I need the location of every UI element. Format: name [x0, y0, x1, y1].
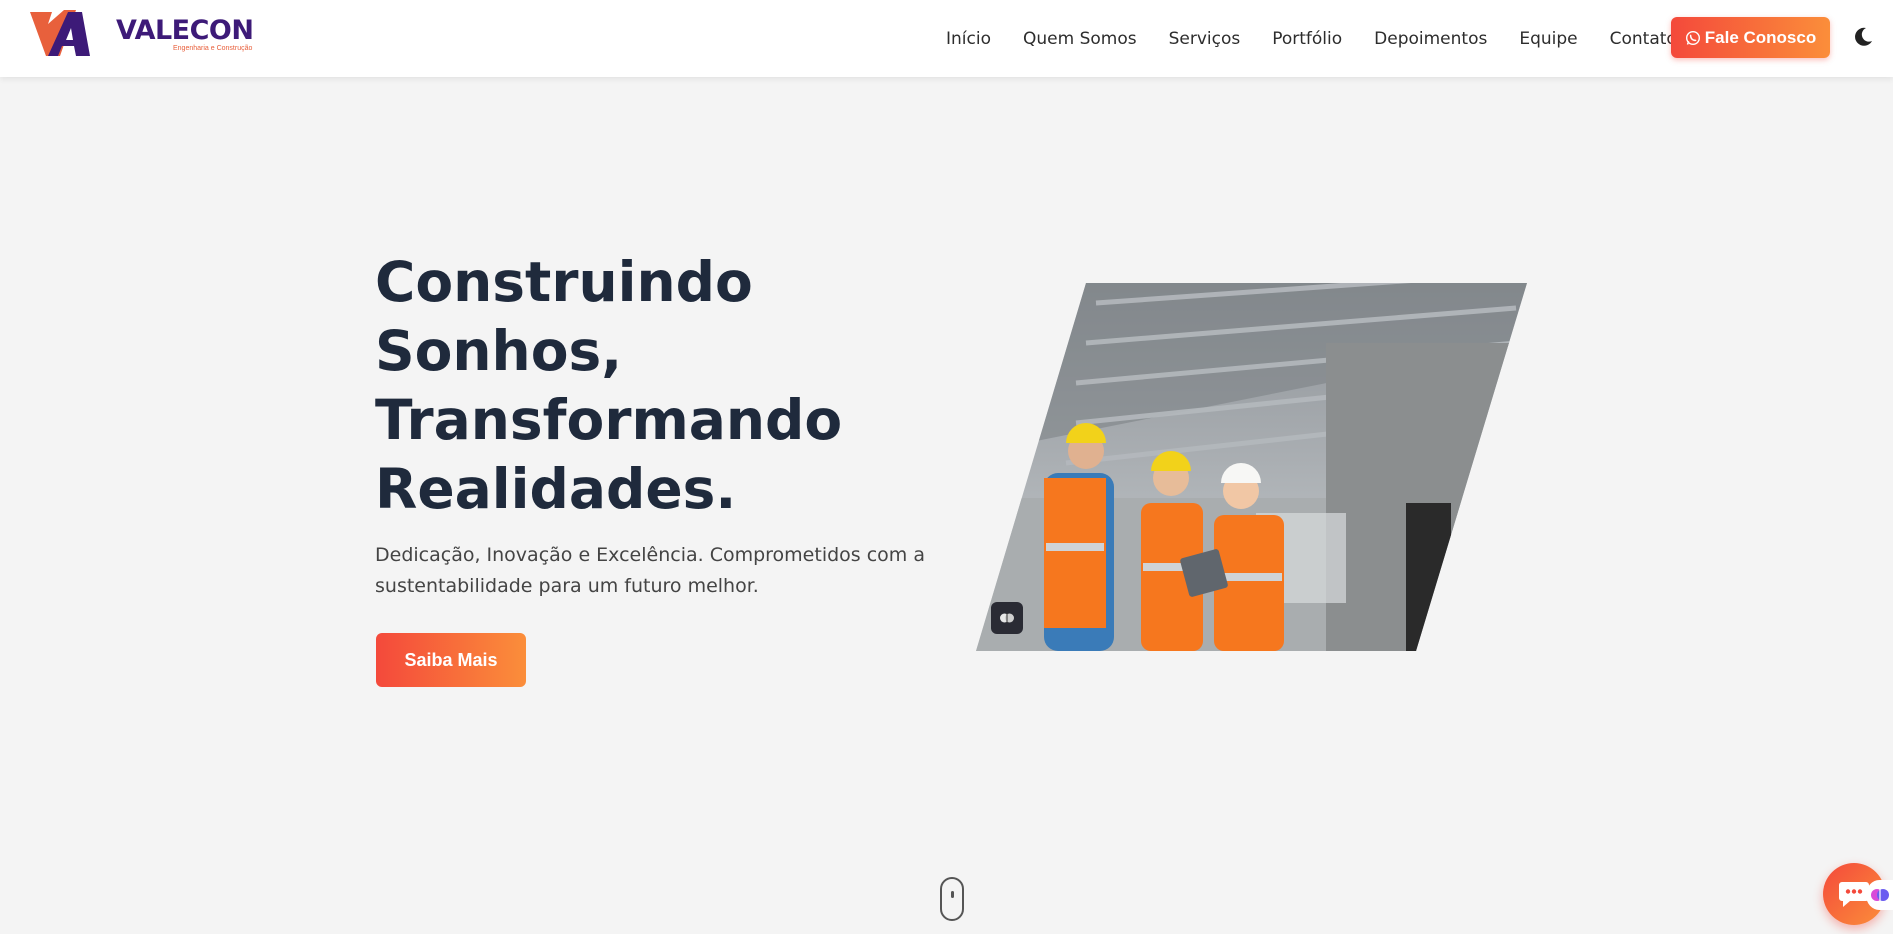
brain-icon	[1870, 889, 1889, 901]
nav-item-inicio[interactable]: Início	[946, 29, 991, 49]
construction-workers-photo	[976, 283, 1527, 651]
logo-mark-icon	[30, 10, 90, 56]
nav-item-portfolio[interactable]: Portfólio	[1272, 29, 1342, 49]
brand-logo[interactable]: VALECON Engenharia e Construção	[30, 10, 254, 60]
hero-image	[976, 283, 1527, 651]
hero-subtitle: Dedicação, Inovação e Excelência. Compro…	[375, 544, 925, 597]
fale-conosco-label: Fale Conosco	[1704, 27, 1817, 47]
hero-title: Construindo Sonhos, Transformando Realid…	[375, 250, 843, 521]
nav-item-servicos[interactable]: Serviços	[1169, 29, 1241, 49]
nav-item-contato[interactable]: Contato	[1610, 29, 1677, 49]
moon-icon[interactable]	[1852, 26, 1874, 48]
image-badge[interactable]	[991, 602, 1023, 634]
site-header: VALECON Engenharia e Construção Início Q…	[0, 0, 1893, 77]
whatsapp-icon	[1685, 30, 1700, 45]
scroll-wheel	[950, 891, 954, 898]
nav-item-depoimentos[interactable]: Depoimentos	[1374, 29, 1487, 49]
ai-assistant-badge[interactable]	[1866, 880, 1893, 910]
nav-item-equipe[interactable]: Equipe	[1519, 29, 1577, 49]
brain-icon	[1000, 613, 1014, 623]
brand-tagline: Engenharia e Construção	[173, 45, 253, 52]
brand-name: VALECON	[116, 15, 254, 46]
fale-conosco-button[interactable]: Fale Conosco	[1671, 17, 1830, 58]
saiba-mais-button[interactable]: Saiba Mais	[376, 633, 526, 687]
mouse-scroll-icon[interactable]	[940, 877, 964, 921]
nav-item-quem-somos[interactable]: Quem Somos	[1023, 29, 1137, 49]
main-nav: Início Quem Somos Serviços Portfólio Dep…	[946, 0, 1677, 77]
